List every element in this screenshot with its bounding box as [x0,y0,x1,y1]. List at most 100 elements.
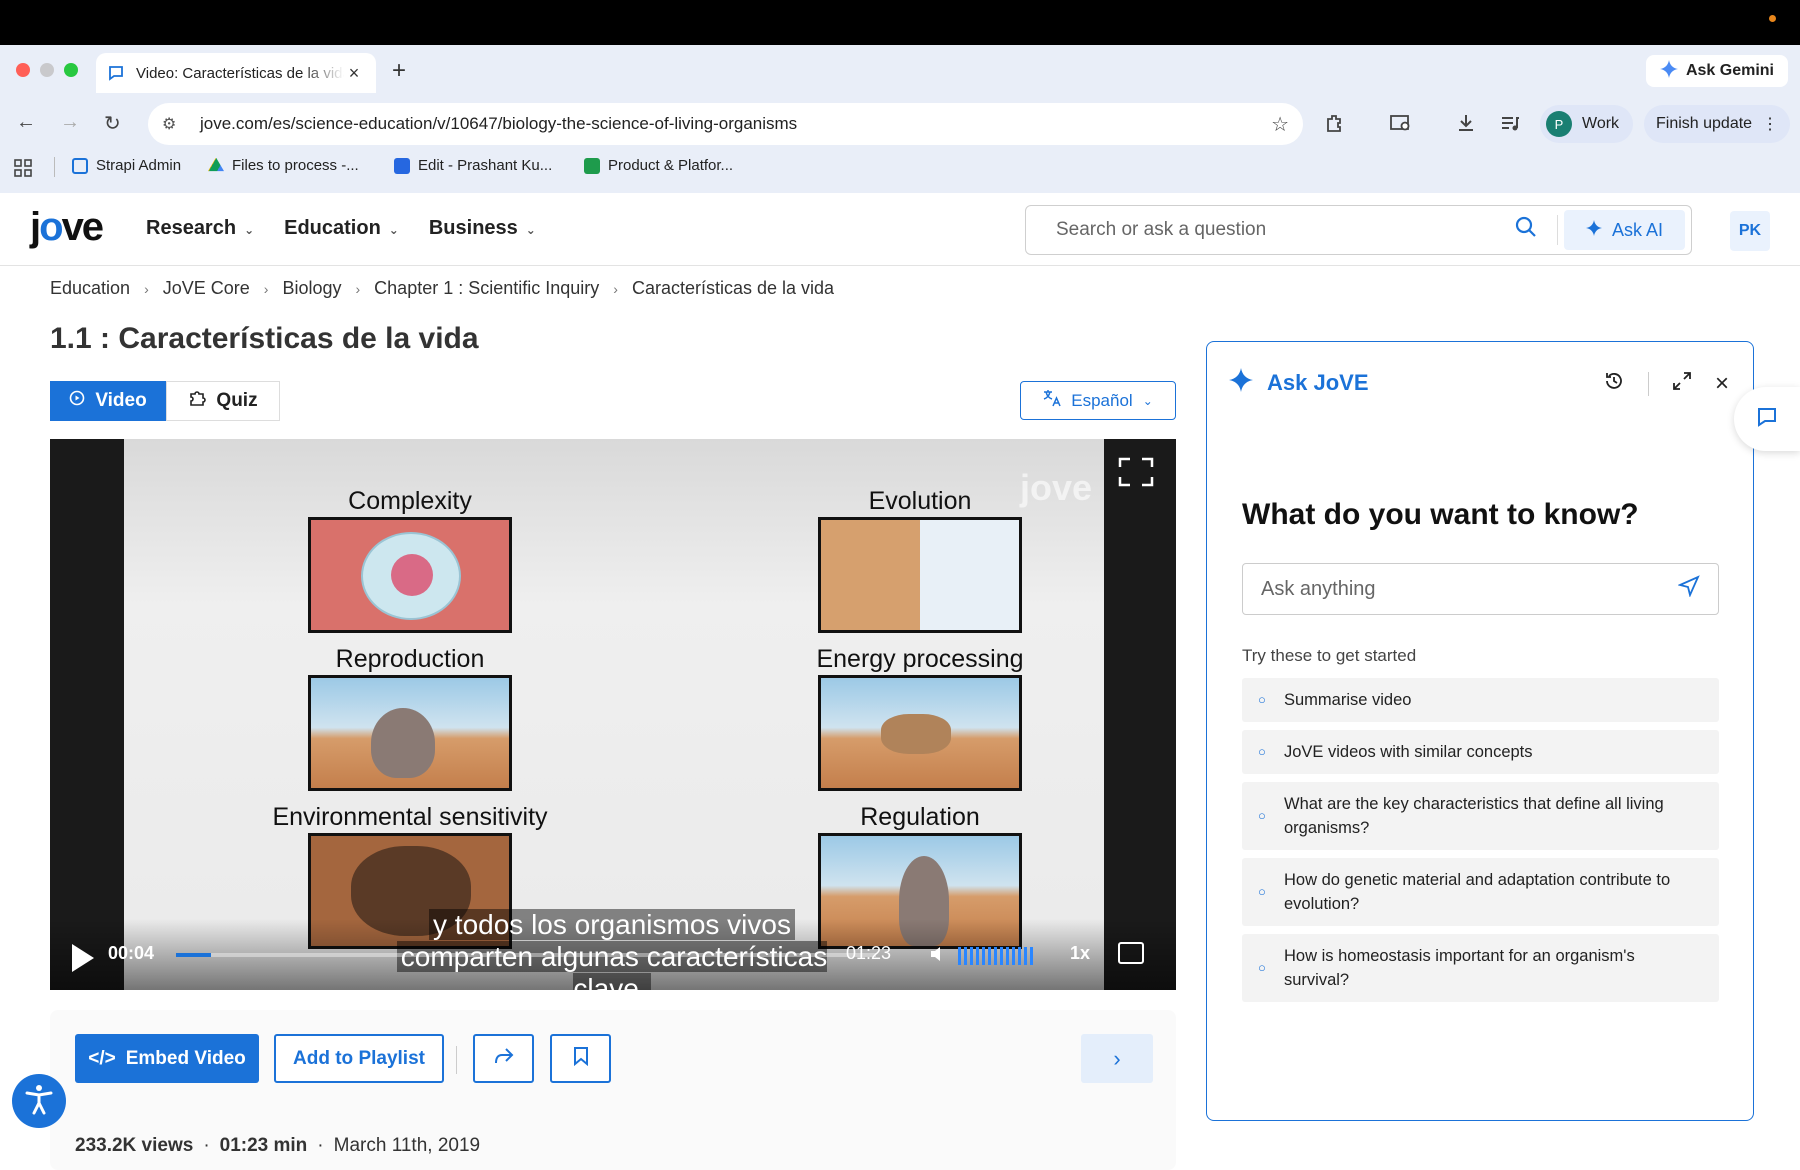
user-avatar[interactable]: PK [1730,211,1770,251]
download-icon[interactable] [1456,113,1476,138]
finish-update-button[interactable]: Finish update ⋮ [1644,105,1791,143]
media-controls-icon[interactable] [1500,113,1520,138]
ask-gemini-button[interactable]: Ask Gemini [1645,55,1788,87]
new-tab-icon[interactable]: + [392,57,406,85]
chat-bubble-icon [108,65,124,81]
apps-grid-icon[interactable] [14,159,32,182]
chat-launcher-button[interactable] [1734,387,1800,451]
breadcrumb: Education › JoVE Core › Biology › Chapte… [50,278,834,299]
bookmark-product[interactable]: Product & Platfor... [584,157,733,174]
ask-jove-question: What do you want to know? [1242,498,1639,531]
suggestion-item[interactable]: ○ What are the key characteristics that d… [1242,782,1719,850]
url-text: jove.com/es/science-education/v/10647/bi… [200,114,798,133]
site-search[interactable]: Search or ask a question Ask AI [1025,205,1692,255]
profile-name: Work [1582,115,1620,132]
close-icon[interactable]: × [1715,370,1729,398]
energy-illustration [818,675,1022,791]
nav-business[interactable]: Business ⌄ [429,217,536,240]
bookmark-button[interactable] [550,1034,611,1083]
bookmark-star-icon[interactable]: ☆ [1271,112,1289,137]
extensions-icon[interactable] [1325,113,1345,138]
video-label-complexity: Complexity [348,487,472,515]
address-bar[interactable]: ⚙ jove.com/es/science-education/v/10647/… [148,103,1303,145]
bookmark-edit[interactable]: Edit - Prashant Ku... [394,157,552,174]
share-button[interactable] [473,1034,534,1083]
evolution-illustration [818,517,1022,633]
video-duration: 01:23 min [219,1135,308,1156]
accessibility-button[interactable] [12,1074,66,1128]
ask-input[interactable]: Ask anything [1242,563,1719,615]
volume-slider[interactable] [958,947,1033,965]
forward-arrow-icon[interactable]: → [60,111,80,134]
site-settings-icon[interactable]: ⚙ [162,114,184,134]
video-frame: Complexity Evolution Reproduction Energy… [124,439,1104,990]
nav-education[interactable]: Education ⌄ [284,217,399,240]
suggestion-item[interactable]: ○ How is homeostasis important for an org… [1242,934,1719,1002]
chevron-right-icon: › [1113,1045,1121,1071]
breadcrumb-item[interactable]: Education [50,278,130,299]
close-tab-icon[interactable]: × [344,63,364,84]
tools-divider [1647,372,1649,396]
progress-fill [176,953,211,957]
add-to-playlist-button[interactable]: Add to Playlist [274,1034,444,1083]
embed-video-button[interactable]: </> Embed Video [75,1034,259,1083]
play-icon[interactable] [70,899,96,978]
os-menu-bar [0,0,1800,45]
search-icon: ○ [1258,808,1266,823]
ask-ai-label: Ask AI [1611,219,1663,240]
volume-icon[interactable] [930,945,948,968]
tab-video[interactable]: Video [50,381,166,421]
sparkle-icon [1585,219,1602,241]
breadcrumb-item[interactable]: Chapter 1 : Scientific Inquiry [374,278,599,299]
google-drive-icon [208,157,224,172]
progress-bar[interactable] [176,953,876,957]
search-input[interactable]: Search or ask a question [1056,219,1501,241]
playback-speed[interactable]: 1x [1070,943,1090,964]
jove-logo[interactable]: jove [30,205,104,250]
nav-research[interactable]: Research ⌄ [146,217,254,240]
current-time: 00:04 [108,943,155,963]
bookmark-label: Strapi Admin [96,157,182,174]
expand-icon[interactable] [1673,372,1691,396]
tab-quiz[interactable]: Quiz [166,381,280,421]
window-minimize-button[interactable] [40,63,54,77]
suggestion-item[interactable]: ○ How do genetic material and adaptation … [1242,858,1719,926]
breadcrumb-item[interactable]: JoVE Core [163,278,250,299]
breadcrumb-item[interactable]: Biology [282,278,341,299]
bookmark-strapi[interactable]: Strapi Admin [72,157,181,174]
fullscreen-icon[interactable] [1118,457,1154,487]
suggestion-item[interactable]: ○ Summarise video [1242,678,1719,722]
captions-icon[interactable] [1118,942,1144,964]
translate-icon [1043,389,1061,412]
chevron-right-icon: › [144,280,149,297]
back-arrow-icon[interactable]: ← [16,111,36,134]
chat-bubble-icon [1756,406,1778,433]
video-label-reproduction: Reproduction [335,645,485,673]
share-icon [494,1047,514,1071]
breadcrumb-item-current: Características de la vida [631,278,835,298]
history-icon[interactable] [1604,371,1624,397]
suggestion-item[interactable]: ○ JoVE videos with similar concepts [1242,730,1719,774]
search-icon[interactable] [1501,216,1551,244]
browser-tab-active[interactable]: Video: Características de la vida × [96,53,376,93]
video-label-environment: Environmental sensitivity [272,803,548,831]
next-video-button[interactable]: › [1081,1034,1153,1083]
chevron-down-icon: ⌄ [388,223,399,237]
actions-divider [456,1046,457,1074]
window-zoom-button[interactable] [64,63,78,77]
tab-search-icon[interactable] [1390,113,1412,138]
tab-label: Video [95,390,147,411]
window-close-button[interactable] [16,63,30,77]
reload-icon[interactable]: ↻ [104,111,121,136]
ask-ai-button[interactable]: Ask AI [1563,210,1685,250]
bookmark-files[interactable]: Files to process -... [208,157,359,174]
ask-jove-panel: Ask JoVE × What do you want to know? Ask… [1206,341,1754,1121]
send-icon[interactable] [1677,575,1700,603]
main-nav: Research ⌄ Education ⌄ Business ⌄ [146,217,536,240]
mode-tabs: Video Quiz [50,381,280,421]
suggestion-list: ○ Summarise video ○ JoVE videos with simil… [1242,678,1719,1002]
language-select[interactable]: Español ⌄ [1020,381,1176,420]
subtitle-line-2: comparten algunas características clave. [396,941,828,990]
video-player[interactable]: Complexity Evolution Reproduction Energy… [50,439,1176,990]
profile-button[interactable]: P Work [1540,105,1634,143]
